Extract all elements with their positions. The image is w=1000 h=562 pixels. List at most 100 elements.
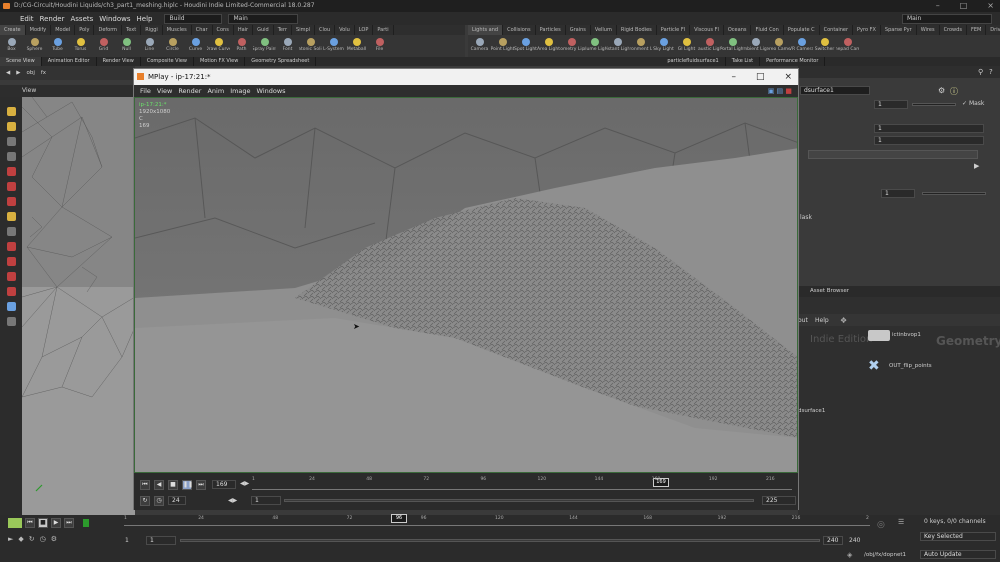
shelf-tool-shelf_tools_right-16[interactable]: Gamepad Camera	[836, 35, 859, 57]
mplay-fps-field[interactable]: 24	[168, 496, 186, 505]
menu-render[interactable]: Render	[40, 15, 65, 23]
shelf-tool-shelf_tools_right-0[interactable]: Camera	[468, 35, 491, 57]
shelf-tool-shelf_tools_right-11[interactable]: Portal Light	[721, 35, 744, 57]
play-reverse-button[interactable]: ◀	[154, 480, 164, 490]
shelf-tool-shelf_tools_left-16[interactable]: File	[368, 35, 391, 57]
shelf-tab-8[interactable]: Char	[192, 25, 213, 35]
shelf-tool-shelf_tools_right-2[interactable]: Spot Light	[514, 35, 537, 57]
step-arrows-icon[interactable]: ◀▶	[240, 480, 249, 487]
maximize-icon[interactable]: □	[960, 0, 968, 12]
mplay-menu-view[interactable]: View	[157, 85, 172, 97]
point-snap-icon[interactable]	[6, 272, 16, 281]
node-name-field[interactable]: dsurface1	[800, 86, 870, 95]
first-frame-button[interactable]: ⏮	[140, 480, 150, 490]
shelf-tab-right-6[interactable]: Particle Fl	[657, 25, 691, 35]
shelf-tab-right-9[interactable]: Fluid Con	[751, 25, 784, 35]
shelf-tab-11[interactable]: Guid	[253, 25, 274, 35]
tab-asset-browser[interactable]: Asset Browser	[810, 288, 849, 294]
shelf-tab-15[interactable]: Volu	[335, 25, 355, 35]
scene-viewport[interactable]	[22, 97, 135, 515]
close-icon[interactable]: ×	[987, 0, 994, 12]
tl-range-bar[interactable]	[180, 539, 820, 542]
minimize-icon[interactable]: –	[936, 0, 940, 12]
mplay-range-bar[interactable]	[284, 499, 754, 502]
shelf-tool-shelf_tools_right-7[interactable]: Environment Light	[629, 35, 652, 57]
search-icon[interactable]: ⚲	[978, 68, 983, 76]
shelf-tab-right-11[interactable]: Container	[820, 25, 854, 35]
shelf-tool-shelf_tools_left-14[interactable]: L-System	[322, 35, 345, 57]
menu-assets[interactable]: Assets	[70, 15, 93, 23]
key-selected-combo[interactable]: Key Selected	[920, 532, 996, 541]
tl-loop-icon[interactable]: ↻	[29, 535, 35, 543]
shelf-tab-10[interactable]: Hair	[234, 25, 254, 35]
shelf-tab-right-3[interactable]: Grains	[566, 25, 591, 35]
tab-particlefluidsurface1[interactable]: particlefluidsurface1	[661, 57, 726, 66]
right-main-combo[interactable]: Main	[902, 13, 992, 24]
shelf-tab-right-8[interactable]: Oceans	[724, 25, 752, 35]
shelf-tab-right-14[interactable]: Wires	[917, 25, 940, 35]
tab-composite-view[interactable]: Composite View	[141, 57, 194, 66]
mplay-menu-anim[interactable]: Anim	[207, 85, 224, 97]
shelf-tool-shelf_tools_right-8[interactable]: Sky Light	[652, 35, 675, 57]
shelf-tool-shelf_tools_left-15[interactable]: Metaball	[345, 35, 368, 57]
output-node-icon[interactable]: ✖	[868, 358, 880, 374]
select-tool-icon[interactable]	[6, 107, 16, 116]
back-arrow-icon[interactable]: ◀	[6, 70, 10, 76]
stop-button[interactable]: ■	[168, 480, 178, 490]
vop-node[interactable]	[868, 330, 890, 341]
shelf-tab-4[interactable]: Deform	[94, 25, 123, 35]
tab-geometry-spreadsheet[interactable]: Geometry Spreadsheet	[245, 57, 317, 66]
tl-key-icon[interactable]: ◆	[18, 535, 23, 543]
shelf-tool-shelf_tools_left-12[interactable]: Font	[276, 35, 299, 57]
tl-first-frame-button[interactable]: ⏮	[25, 518, 35, 528]
shelf-tab-right-1[interactable]: Collisions	[503, 25, 536, 35]
tl-realtime-icon[interactable]: ◷	[40, 535, 46, 543]
move-tool-icon[interactable]	[6, 122, 16, 131]
shelf-tab-16[interactable]: LOP	[355, 25, 374, 35]
tl-end-field[interactable]: 240	[823, 536, 843, 545]
tab-render-view[interactable]: Render View	[97, 57, 141, 66]
help-icon[interactable]: ?	[989, 68, 993, 76]
forward-arrow-icon[interactable]: ▶	[16, 70, 20, 76]
shelf-tab-right-7[interactable]: Viscous Fl	[690, 25, 724, 35]
shelf-tab-right-16[interactable]: FEM	[967, 25, 987, 35]
shelf-tool-shelf_tools_left-0[interactable]: Box	[0, 35, 23, 57]
shelf-tool-shelf_tools_left-2[interactable]: Tube	[46, 35, 69, 57]
range-arrows-icon[interactable]: ◀▶	[228, 497, 237, 504]
shelf-tab-12[interactable]: Terr	[274, 25, 293, 35]
shelf-tool-shelf_tools_left-4[interactable]: Grid	[92, 35, 115, 57]
shelf-tab-13[interactable]: Simpl	[292, 25, 316, 35]
tl-stop-button[interactable]: ■	[38, 518, 48, 528]
tl-current-frame-marker[interactable]: 96	[391, 514, 407, 523]
shelf-tab-right-12[interactable]: Pyro FX	[853, 25, 881, 35]
shelf-tab-0[interactable]: Create	[0, 25, 26, 35]
shelf-tool-shelf_tools_right-9[interactable]: GI Light	[675, 35, 698, 57]
mplay-close-icon[interactable]: ×	[784, 69, 792, 85]
tl-play-button[interactable]: ▶	[51, 518, 61, 528]
shelf-tool-shelf_tools_left-9[interactable]: Draw Curve	[207, 35, 230, 57]
mplay-maximize-icon[interactable]: □	[756, 69, 765, 85]
shelf-tool-shelf_tools_right-6[interactable]: Distant Light	[606, 35, 629, 57]
value-field-b[interactable]: 1	[874, 124, 984, 133]
shelf-tab-1[interactable]: Modify	[26, 25, 52, 35]
shelf-tool-shelf_tools_right-1[interactable]: Point Light	[491, 35, 514, 57]
shelf-tab-2[interactable]: Model	[51, 25, 76, 35]
shelf-tab-14[interactable]: Clou	[315, 25, 336, 35]
mplay-tool-icons[interactable]: ▣ ▤ ■	[768, 85, 792, 97]
shelf-tab-7[interactable]: Muscles	[163, 25, 192, 35]
shelf-tab-right-15[interactable]: Crowds	[940, 25, 967, 35]
rotate-tool-icon[interactable]	[6, 137, 16, 146]
pose-tool-icon[interactable]	[6, 182, 16, 191]
ramp-widget[interactable]	[808, 150, 978, 159]
mplay-timeline-track[interactable]	[252, 489, 792, 490]
shelf-tab-3[interactable]: Poly	[75, 25, 95, 35]
paint-tool-icon[interactable]	[6, 212, 16, 221]
menu-windows[interactable]: Windows	[99, 15, 130, 23]
shelf-tool-shelf_tools_right-15[interactable]: Switcher	[813, 35, 836, 57]
shelf-tab-right-2[interactable]: Particles	[536, 25, 566, 35]
shelf-tool-shelf_tools_left-8[interactable]: Curve	[184, 35, 207, 57]
key-icon[interactable]	[83, 519, 89, 527]
desktop-combo[interactable]: Build	[164, 13, 223, 24]
shelf-tool-shelf_tools_right-5[interactable]: Volume Light	[583, 35, 606, 57]
shelf-tool-shelf_tools_left-5[interactable]: Null	[115, 35, 138, 57]
